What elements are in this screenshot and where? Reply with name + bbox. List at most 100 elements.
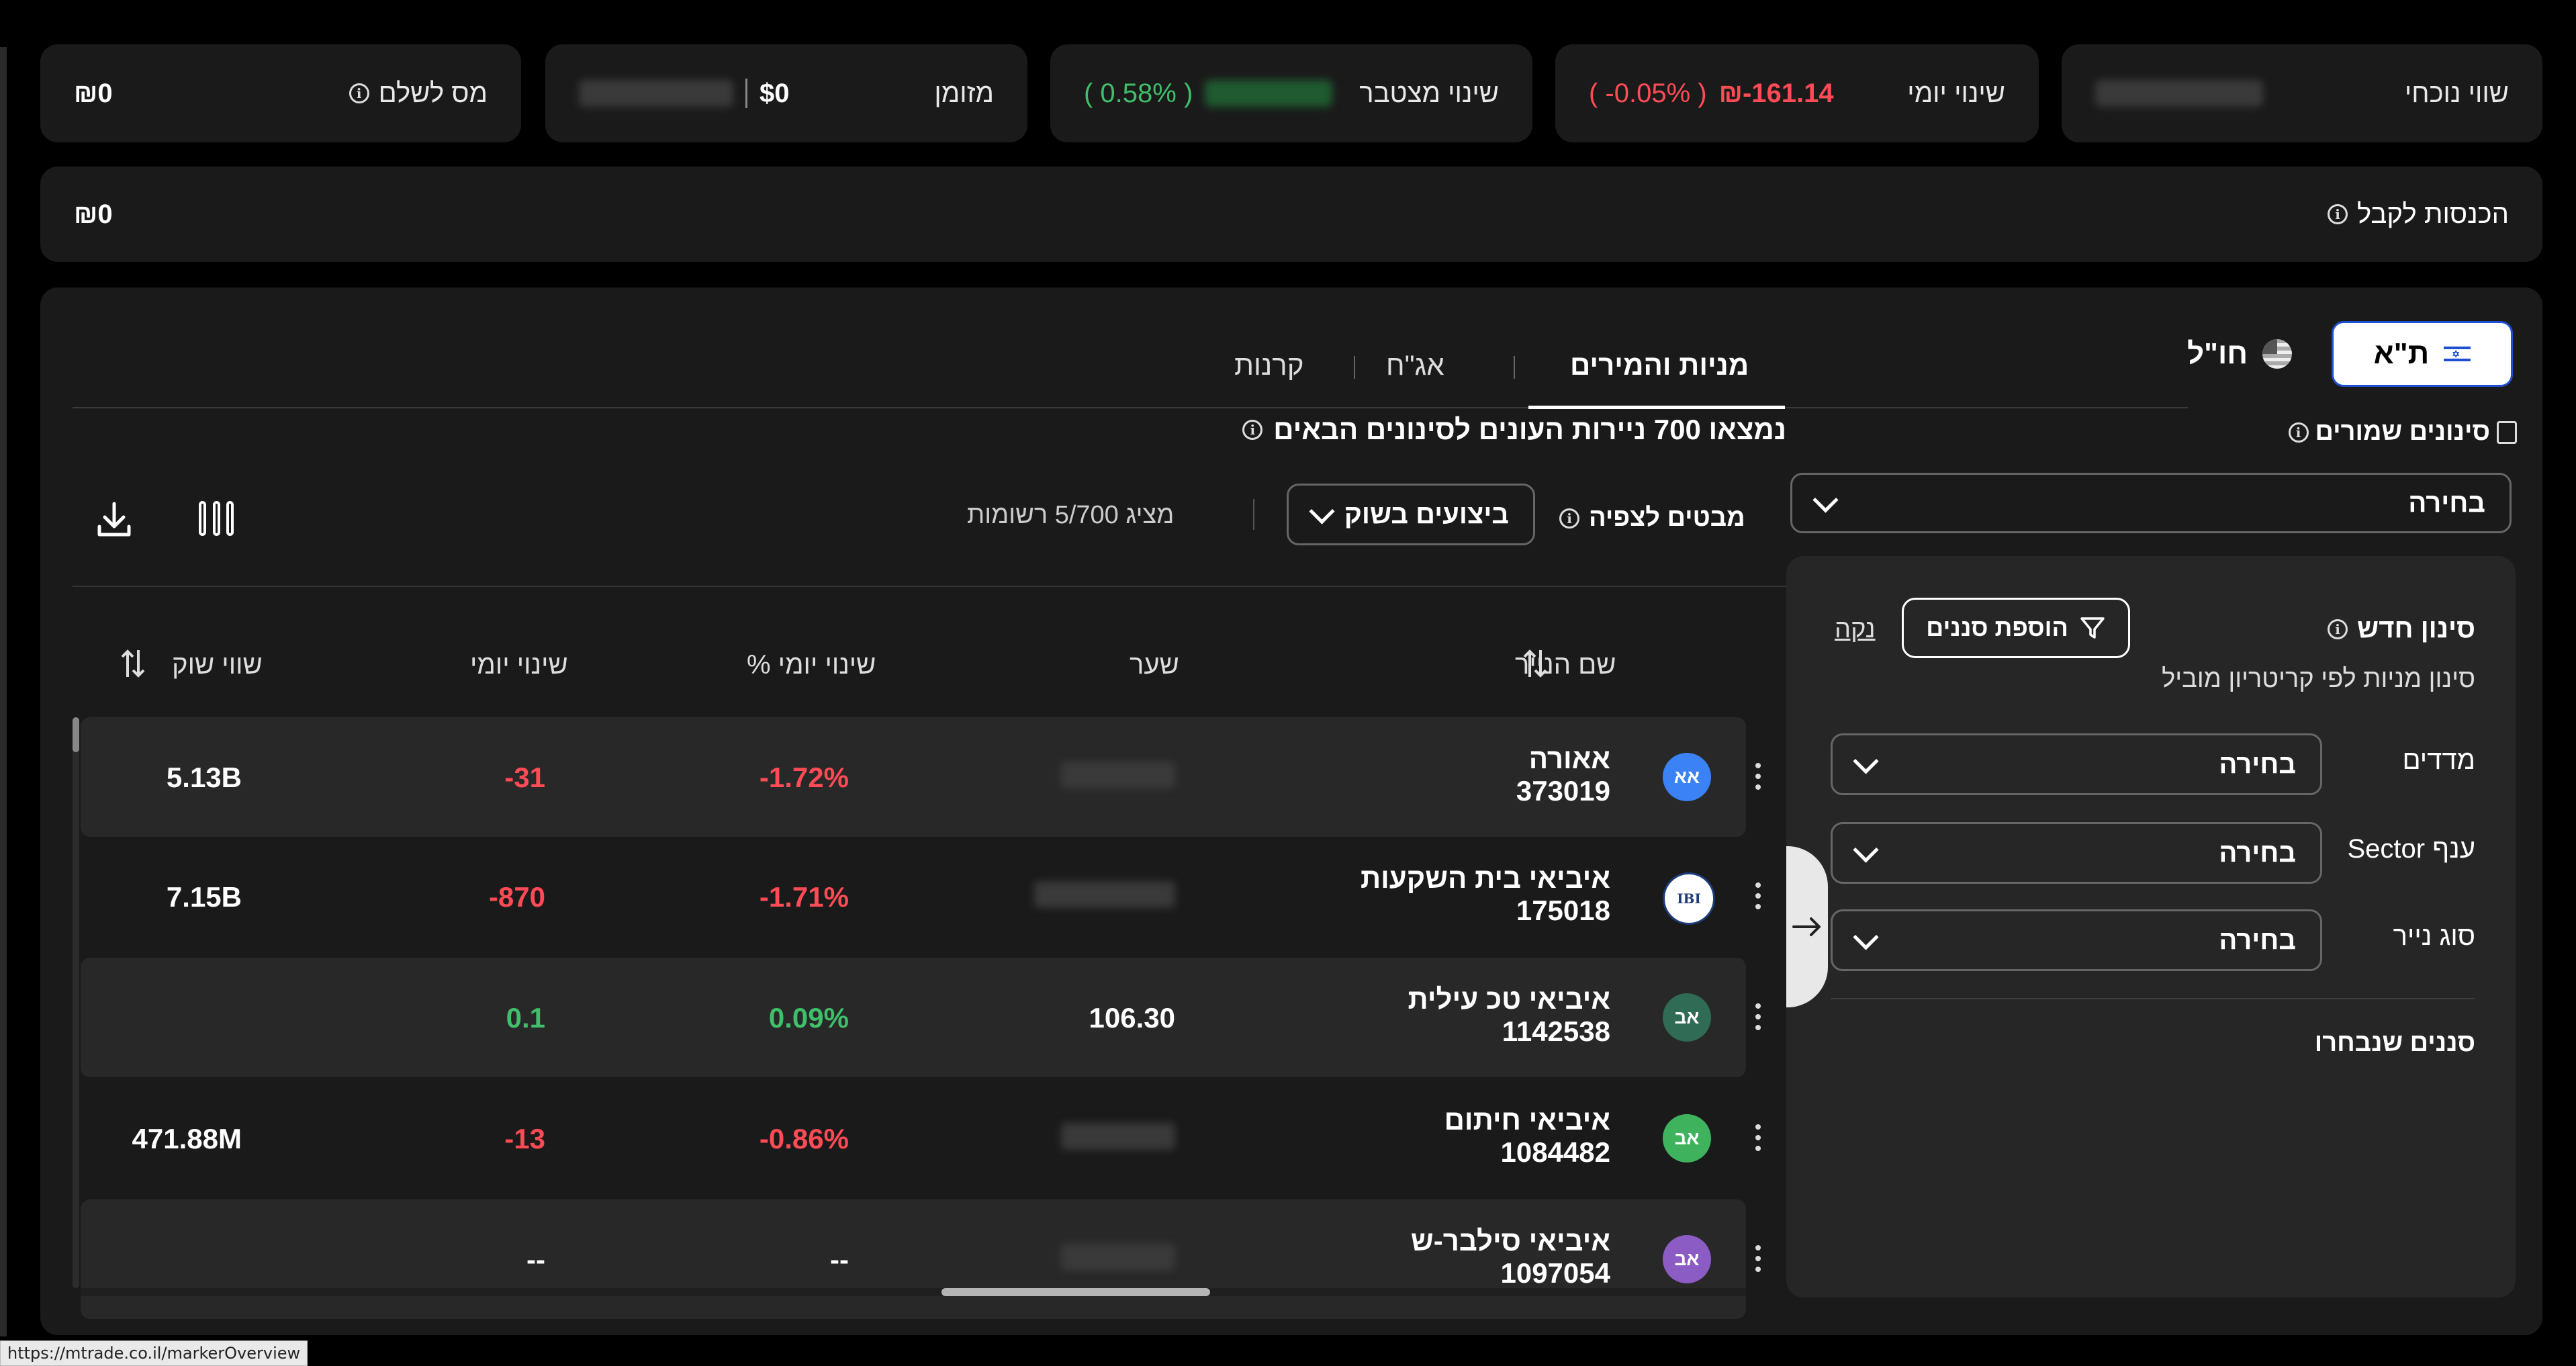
security-name-cell[interactable]: איביאי חיתום 1084482 xyxy=(1444,1104,1610,1169)
add-filters-button[interactable]: הוספת סננים xyxy=(1902,598,2130,658)
chevron-down-icon xyxy=(1853,836,1879,863)
divider xyxy=(745,79,747,108)
daily-change-card: שינוי יומי ₪-161.14 ( -0.05% ) xyxy=(1555,44,2039,142)
income-value: ₪0 xyxy=(74,199,113,229)
info-icon[interactable]: i xyxy=(2288,422,2309,443)
daily-change-pct-cell: -0.86% xyxy=(759,1123,849,1154)
more-options-icon[interactable] xyxy=(1755,1124,1761,1156)
tax-label: מס לשלם xyxy=(378,78,488,108)
security-name: איביאי בית השקעות xyxy=(1360,862,1610,894)
chevron-down-icon xyxy=(1812,486,1839,513)
saved-filters-label: סינונים שמורים xyxy=(2315,418,2491,446)
security-name-cell[interactable]: איביאי טכ עילית 1142538 xyxy=(1408,983,1610,1048)
info-icon[interactable]: i xyxy=(2328,204,2348,224)
saved-filters-value: בחירה xyxy=(2408,488,2485,518)
table-row[interactable]: אא אאורה 373019 -1.72% -31 5.13B xyxy=(81,717,1761,837)
daily-change-pct: ( -0.05% ) xyxy=(1589,78,1707,108)
security-name: איביאי טכ עילית xyxy=(1408,983,1610,1015)
income-label: הכנסות לקבל xyxy=(2357,199,2509,229)
vertical-scroll-thumb[interactable] xyxy=(73,717,79,752)
info-icon[interactable]: i xyxy=(2328,619,2348,639)
chevron-down-icon xyxy=(1853,923,1879,950)
indices-select[interactable]: בחירה xyxy=(1831,733,2322,795)
download-icon[interactable] xyxy=(94,500,134,540)
filter-label-indices: מדדים xyxy=(2402,745,2475,775)
sector-select-value: בחירה xyxy=(2219,837,2296,868)
info-icon[interactable]: i xyxy=(349,83,369,103)
current-value-card: שווי נוכחי xyxy=(2062,44,2542,142)
tabs-bar: מניות והמירים אג"ח קרנות xyxy=(73,314,2188,409)
table-row[interactable]: אב איביאי חיתום 1084482 -0.86% -13 471.88M xyxy=(81,1079,1761,1198)
left-edge-strip xyxy=(0,47,7,1336)
collapse-panel-handle[interactable] xyxy=(1786,846,1828,1007)
columns-icon[interactable] xyxy=(199,501,234,536)
toolbar-separator xyxy=(73,586,1786,587)
security-name-cell[interactable]: איביאי בית השקעות 175018 xyxy=(1361,862,1610,927)
tax-value: ₪0 xyxy=(74,78,113,108)
col-header-daily[interactable]: שינוי יומי xyxy=(470,650,568,680)
table-row[interactable]: אב איביאי טכ עילית 1142538 106.30 0.09% 0.1 xyxy=(81,958,1761,1077)
market-abroad-label: חו"ל xyxy=(2187,337,2248,370)
col-header-daily-pct[interactable]: שינוי יומי % xyxy=(747,650,876,680)
clear-link[interactable]: נקה xyxy=(1835,615,1876,644)
income-card: הכנסות לקבל i ₪0 xyxy=(40,167,2542,262)
records-count: מציג 5/700 רשומות xyxy=(967,501,1175,529)
cash-label: מזומן xyxy=(934,78,994,108)
security-id: 1142538 xyxy=(1502,1015,1610,1047)
new-filter-subtitle: סינון מניות לפי קריטריון מוביל xyxy=(2162,665,2475,693)
security-id: 175018 xyxy=(1516,895,1610,926)
view-select[interactable]: ביצועים בשוק xyxy=(1287,484,1535,545)
daily-change-amount: ₪-161.14 xyxy=(1718,78,1834,108)
saved-filters-select[interactable]: בחירה xyxy=(1790,473,2512,533)
daily-change-label: שינוי יומי xyxy=(1907,78,2005,108)
security-name: אאורה xyxy=(1528,743,1610,774)
more-options-icon[interactable] xyxy=(1755,1245,1761,1277)
horizontal-scrollbar[interactable] xyxy=(81,1288,1746,1296)
security-name-cell[interactable]: אאורה 373019 xyxy=(1516,743,1610,807)
daily-change-cell: 0.1 xyxy=(506,1002,545,1034)
security-id: 1097054 xyxy=(1500,1257,1610,1289)
sort-icon[interactable] xyxy=(1523,647,1547,680)
status-url: https://mtrade.co.il/markerOverview xyxy=(0,1340,308,1366)
israel-flag-icon: ✡ xyxy=(2444,344,2471,364)
vertical-scrollbar[interactable] xyxy=(73,717,79,1288)
more-options-icon[interactable] xyxy=(1755,882,1761,915)
tab-funds[interactable]: קרנות xyxy=(1234,349,1303,381)
arrow-right-icon xyxy=(1792,917,1821,936)
table-row[interactable]: IBI איביאי בית השקעות 175018 -1.71% -870 7.15… xyxy=(81,837,1761,956)
security-name-cell[interactable]: איביאי סילבר-ש 1097054 xyxy=(1411,1225,1610,1289)
security-id: 1084482 xyxy=(1500,1136,1610,1168)
security-avatar: אא xyxy=(1663,753,1711,801)
cumulative-change-label: שינוי מצטבר xyxy=(1359,78,1499,108)
tab-divider xyxy=(1514,356,1515,379)
daily-change-value: ₪-161.14 ( -0.05% ) xyxy=(1589,79,1834,109)
horizontal-scroll-thumb[interactable] xyxy=(941,1288,1210,1296)
security-type-select[interactable]: בחירה xyxy=(1831,909,2322,971)
filter-label-sector: ענף Sector xyxy=(2347,834,2476,864)
market-tase-button[interactable]: ת"א ✡ xyxy=(2332,321,2513,387)
cash-card: מזומן $0 xyxy=(545,44,1027,142)
price-cell: 106.30 xyxy=(1089,1002,1175,1034)
sector-select[interactable]: בחירה xyxy=(1831,822,2322,884)
tax-label-group: מס לשלם i xyxy=(349,79,488,109)
daily-change-cell: -- xyxy=(526,1244,545,1275)
tax-card: מס לשלם i ₪0 xyxy=(40,44,521,142)
security-avatar: IBI xyxy=(1663,872,1715,925)
table-row[interactable]: אב איביאי סילבר-ש 1097054 -- -- xyxy=(81,1199,1761,1319)
tab-bonds[interactable]: אג"ח xyxy=(1386,349,1444,381)
cash-value: $0 xyxy=(579,79,790,109)
more-options-icon[interactable] xyxy=(1755,763,1761,795)
col-header-market-cap[interactable]: שווי שוק xyxy=(172,650,263,680)
results-title-row: נמצאו 700 ניירות העונים לסינונים הבאים i xyxy=(1195,414,1786,446)
tab-stocks[interactable]: מניות והמירים xyxy=(1570,349,1749,381)
more-options-icon[interactable] xyxy=(1755,1003,1761,1036)
info-icon[interactable]: i xyxy=(1559,508,1579,529)
sort-icon[interactable] xyxy=(121,647,145,680)
security-avatar: אב xyxy=(1663,1235,1711,1283)
market-cap-cell: 5.13B xyxy=(166,762,242,793)
security-avatar: אב xyxy=(1663,993,1711,1042)
saved-filters-icon xyxy=(2497,420,2517,444)
col-header-price[interactable]: שער xyxy=(1130,650,1179,680)
info-icon[interactable]: i xyxy=(1242,420,1263,440)
new-filter-title: סינון חדש xyxy=(2357,614,2475,643)
